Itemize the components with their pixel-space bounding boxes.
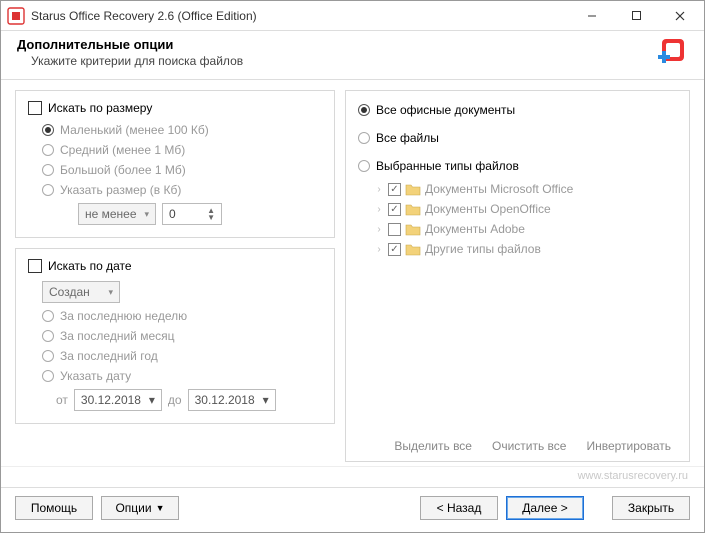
size-condition-value: не менее bbox=[85, 207, 137, 221]
size-medium-label: Средний (менее 1 Мб) bbox=[60, 143, 185, 157]
date-week-radio[interactable] bbox=[42, 310, 54, 322]
size-enable-checkbox[interactable] bbox=[28, 101, 42, 115]
invert-link[interactable]: Инвертировать bbox=[586, 439, 671, 453]
date-year-radio[interactable] bbox=[42, 350, 54, 362]
watermark-link[interactable]: www.starusrecovery.ru bbox=[1, 466, 704, 487]
content: Искать по размеру Маленький (менее 100 К… bbox=[1, 80, 704, 466]
maximize-button[interactable] bbox=[614, 2, 658, 30]
date-type-select[interactable]: Создан ▾ bbox=[42, 281, 120, 303]
size-enable-label: Искать по размеру bbox=[48, 101, 152, 115]
next-button-label: Далее > bbox=[522, 501, 568, 515]
date-enable-label: Искать по дате bbox=[48, 259, 132, 273]
size-custom-label: Указать размер (в Кб) bbox=[60, 183, 181, 197]
tree-item[interactable]: › ✓ Документы OpenOffice bbox=[374, 199, 677, 219]
options-button-label: Опции bbox=[115, 501, 151, 515]
tree-checkbox[interactable]: ✓ bbox=[388, 183, 401, 196]
size-value-text: 0 bbox=[169, 207, 176, 221]
folder-icon bbox=[405, 202, 421, 216]
chevron-down-icon: ▾ bbox=[149, 393, 155, 407]
help-button-label: Помощь bbox=[31, 501, 77, 515]
date-enable-checkbox[interactable] bbox=[28, 259, 42, 273]
help-button[interactable]: Помощь bbox=[15, 496, 93, 520]
spinner-icon[interactable]: ▲▼ bbox=[207, 207, 215, 221]
tree-item-label: Документы Microsoft Office bbox=[425, 182, 573, 196]
app-icon bbox=[7, 7, 25, 25]
size-small-radio[interactable] bbox=[42, 124, 54, 136]
size-large-label: Большой (более 1 Мб) bbox=[60, 163, 186, 177]
size-medium-radio[interactable] bbox=[42, 144, 54, 156]
date-type-value: Создан bbox=[49, 285, 90, 299]
date-from-label: от bbox=[56, 393, 68, 407]
back-button[interactable]: < Назад bbox=[420, 496, 498, 520]
size-large-radio[interactable] bbox=[42, 164, 54, 176]
folder-icon bbox=[405, 222, 421, 236]
types-all-radio[interactable] bbox=[358, 132, 370, 144]
tree-checkbox[interactable]: ✓ bbox=[388, 203, 401, 216]
chevron-right-icon[interactable]: › bbox=[374, 244, 384, 255]
next-button[interactable]: Далее > bbox=[506, 496, 584, 520]
close-dialog-label: Закрыть bbox=[628, 501, 674, 515]
options-button[interactable]: Опции ▼ bbox=[101, 496, 179, 520]
window-title: Starus Office Recovery 2.6 (Office Editi… bbox=[31, 9, 570, 23]
chevron-down-icon: ▼ bbox=[156, 503, 165, 513]
page-header: Дополнительные опции Укажите критерии дл… bbox=[1, 31, 704, 80]
page-subtitle: Укажите критерии для поиска файлов bbox=[31, 54, 648, 68]
tree-item[interactable]: › ✓ Другие типы файлов bbox=[374, 239, 677, 259]
chevron-right-icon[interactable]: › bbox=[374, 204, 384, 215]
tree-item-label: Документы OpenOffice bbox=[425, 202, 551, 216]
chevron-right-icon[interactable]: › bbox=[374, 224, 384, 235]
tree-checkbox[interactable]: ✓ bbox=[388, 243, 401, 256]
date-custom-radio[interactable] bbox=[42, 370, 54, 382]
date-to-label: до bbox=[168, 393, 182, 407]
size-condition-select[interactable]: не менее ▾ bbox=[78, 203, 156, 225]
chevron-down-icon: ▾ bbox=[144, 209, 149, 220]
tree-item-label: Другие типы файлов bbox=[425, 242, 541, 256]
chevron-down-icon: ▾ bbox=[263, 393, 269, 407]
left-column: Искать по размеру Маленький (менее 100 К… bbox=[15, 90, 335, 462]
types-all-label: Все файлы bbox=[376, 131, 439, 145]
titlebar: Starus Office Recovery 2.6 (Office Editi… bbox=[1, 1, 704, 31]
select-all-link[interactable]: Выделить все bbox=[394, 439, 472, 453]
footer: Помощь Опции ▼ < Назад Далее > Закрыть bbox=[1, 487, 704, 532]
clear-all-link[interactable]: Очистить все bbox=[492, 439, 566, 453]
chevron-right-icon[interactable]: › bbox=[374, 184, 384, 195]
date-custom-label: Указать дату bbox=[60, 369, 131, 383]
tree-checkbox[interactable] bbox=[388, 223, 401, 236]
date-year-label: За последний год bbox=[60, 349, 158, 363]
types-office-label: Все офисные документы bbox=[376, 103, 515, 117]
tree-item[interactable]: › ✓ Документы Microsoft Office bbox=[374, 179, 677, 199]
size-custom-radio[interactable] bbox=[42, 184, 54, 196]
size-small-label: Маленький (менее 100 Кб) bbox=[60, 123, 209, 137]
types-selected-radio[interactable] bbox=[358, 160, 370, 172]
date-to-input[interactable]: 30.12.2018 ▾ bbox=[188, 389, 276, 411]
minimize-button[interactable] bbox=[570, 2, 614, 30]
tree-actions: Выделить все Очистить все Инвертировать bbox=[358, 435, 677, 453]
page-title: Дополнительные опции bbox=[17, 37, 648, 52]
date-from-value: 30.12.2018 bbox=[81, 393, 141, 407]
tree-item-label: Документы Adobe bbox=[425, 222, 525, 236]
types-selected-label: Выбранные типы файлов bbox=[376, 159, 519, 173]
date-month-radio[interactable] bbox=[42, 330, 54, 342]
date-month-label: За последний месяц bbox=[60, 329, 175, 343]
file-types-tree: › ✓ Документы Microsoft Office › ✓ Докум… bbox=[374, 179, 677, 429]
back-button-label: < Назад bbox=[437, 501, 482, 515]
chevron-down-icon: ▾ bbox=[108, 287, 113, 298]
close-dialog-button[interactable]: Закрыть bbox=[612, 496, 690, 520]
date-from-input[interactable]: 30.12.2018 ▾ bbox=[74, 389, 162, 411]
date-groupbox: Искать по дате Создан ▾ За последнюю нед… bbox=[15, 248, 335, 424]
types-office-radio[interactable] bbox=[358, 104, 370, 116]
close-button[interactable] bbox=[658, 2, 702, 30]
size-value-input[interactable]: 0 ▲▼ bbox=[162, 203, 222, 225]
folder-icon bbox=[405, 242, 421, 256]
folder-icon bbox=[405, 182, 421, 196]
tree-item[interactable]: › Документы Adobe bbox=[374, 219, 677, 239]
date-to-value: 30.12.2018 bbox=[195, 393, 255, 407]
date-week-label: За последнюю неделю bbox=[60, 309, 187, 323]
size-groupbox: Искать по размеру Маленький (менее 100 К… bbox=[15, 90, 335, 238]
office-recovery-icon bbox=[656, 37, 688, 69]
right-column: Все офисные документы Все файлы Выбранны… bbox=[345, 90, 690, 462]
file-types-groupbox: Все офисные документы Все файлы Выбранны… bbox=[345, 90, 690, 462]
